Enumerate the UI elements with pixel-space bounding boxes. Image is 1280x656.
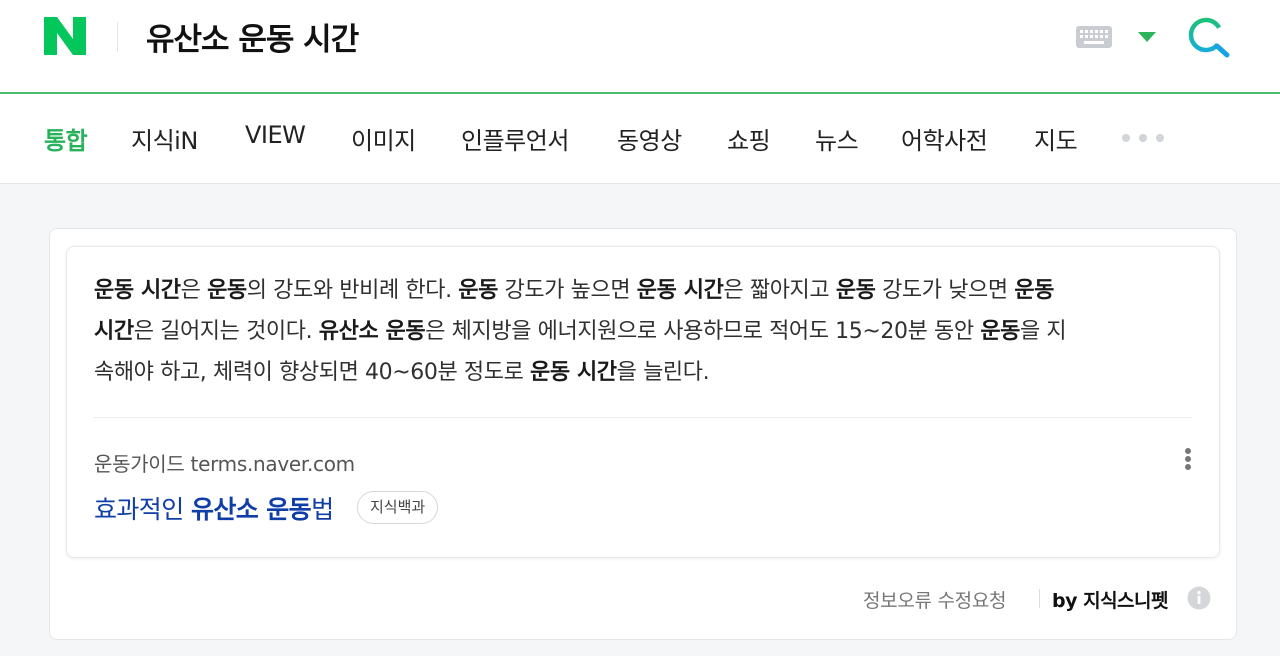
tab-map[interactable]: 지도 <box>1034 121 1078 156</box>
provider-label: by 지식스니펫 <box>1052 590 1169 612</box>
snippet-text: 운동 시간은 운동의 강도와 반비례 한다. 운동 강도가 높으면 운동 시간은… <box>94 270 1194 393</box>
tab-video[interactable]: 동영상 <box>617 121 682 156</box>
text-segment: 을 지 <box>1020 319 1067 344</box>
info-icon[interactable] <box>1187 586 1211 610</box>
search-input[interactable] <box>146 14 946 58</box>
source-badge: 지식백과 <box>357 491 439 524</box>
report-error-link[interactable]: 정보오류 수정요청 <box>863 586 1006 613</box>
keyword-highlight: 운동 <box>1014 278 1055 303</box>
footer-divider <box>1039 589 1040 608</box>
keyword-highlight: 시간 <box>94 319 134 344</box>
more-vertical-icon[interactable] <box>1178 446 1198 472</box>
keyword-highlight: 운동 시간 <box>530 360 617 385</box>
source-document-link[interactable]: 효과적인 유산소 운동법 <box>94 490 334 526</box>
search-header <box>0 0 1280 94</box>
text-segment: 은 짧아지고 <box>723 278 836 303</box>
naver-logo[interactable] <box>44 17 86 55</box>
keyword-highlight: 유산소 운동 <box>190 495 312 524</box>
source-label[interactable]: 운동가이드 terms.naver.com <box>94 448 355 477</box>
tab-all[interactable]: 통합 <box>44 121 88 156</box>
more-tabs-icon[interactable] <box>1120 131 1166 145</box>
text-segment: 속해야 하고, 체력이 향상되면 40~60분 정도로 <box>94 360 531 385</box>
tab-news[interactable]: 뉴스 <box>815 121 859 156</box>
tab-dictionary[interactable]: 어학사전 <box>901 121 988 156</box>
text-segment: 은 <box>180 278 208 303</box>
card-divider <box>94 417 1192 418</box>
tab-influencer[interactable]: 인플루언서 <box>461 121 569 156</box>
search-icon[interactable] <box>1187 16 1233 60</box>
keyword-highlight: 운동 <box>458 278 498 303</box>
text-segment: 을 늘린다. <box>616 360 710 385</box>
tab-kin[interactable]: 지식iN <box>131 121 198 156</box>
text-segment: 강도가 높으면 <box>497 278 637 303</box>
snippet-line: 운동 시간은 운동의 강도와 반비례 한다. 운동 강도가 높으면 운동 시간은… <box>94 270 1194 311</box>
text-segment: 강도가 낮으면 <box>875 278 1015 303</box>
keyword-highlight: 운동 <box>835 278 876 303</box>
keyword-highlight: 운동 시간 <box>636 278 724 303</box>
caret-down-icon[interactable] <box>1137 31 1157 43</box>
text-segment: 은 길어지는 것이다. <box>133 319 319 344</box>
keyword-highlight: 운동 시간 <box>94 278 181 303</box>
snippet-line: 속해야 하고, 체력이 향상되면 40~60분 정도로 운동 시간을 늘린다. <box>94 352 1194 393</box>
text-segment: 효과적인 <box>94 495 191 524</box>
text-segment: 법 <box>311 495 334 524</box>
keyword-highlight: 운동 <box>207 278 247 303</box>
keyboard-icon[interactable] <box>1076 26 1112 48</box>
text-segment: 의 강도와 반비례 한다. <box>246 278 459 303</box>
tab-shopping[interactable]: 쇼핑 <box>727 121 771 156</box>
tab-images[interactable]: 이미지 <box>351 121 416 156</box>
search-tab-bar: 통합 지식iN VIEW 이미지 인플루언서 동영상 쇼핑 뉴스 어학사전 지도 <box>0 94 1280 184</box>
snippet-line: 시간은 길어지는 것이다. 유산소 운동은 체지방을 에너지원으로 사용하므로 … <box>94 311 1194 352</box>
keyword-highlight: 유산소 운동 <box>318 319 426 344</box>
tab-view[interactable]: VIEW <box>245 121 306 149</box>
header-divider <box>117 22 118 52</box>
keyword-highlight: 운동 <box>980 319 1020 344</box>
text-segment: 은 체지방을 에너지원으로 사용하므로 적어도 15~20분 동안 <box>425 319 981 344</box>
